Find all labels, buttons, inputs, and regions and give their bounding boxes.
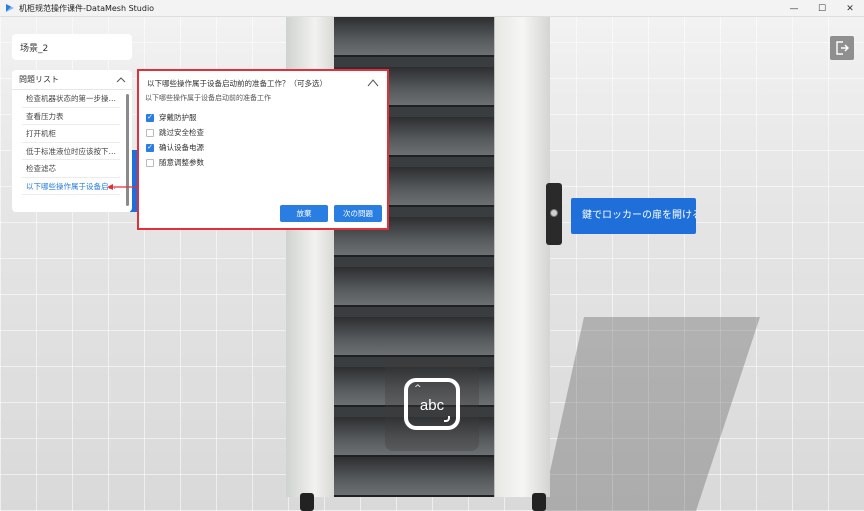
quiz-option-label: 确认设备电源 [159,143,204,152]
checkbox-checked[interactable]: ✓ [146,113,154,122]
chevron-up-icon[interactable] [367,79,379,87]
question-list-item[interactable]: 查看压力表 [22,108,120,125]
lock-icon[interactable] [550,209,558,217]
cabinet-slat [334,317,494,357]
question-list-title: 問題リスト [19,75,59,84]
quiz-option-label: 穿戴防护服 [159,113,197,122]
exit-button[interactable] [830,36,854,60]
cabinet-wheel [300,493,314,511]
minimize-button[interactable]: — [780,0,808,17]
window-controls: — ☐ ✕ [780,0,864,17]
quiz-option-4[interactable]: 随意调整参数 [146,157,204,168]
caret-icon: ^ [414,384,422,394]
locker-hint-text: 鍵でロッカーの扉を開ける [582,210,696,221]
app-logo-icon [6,4,14,12]
floor-shadow [540,317,760,511]
question-list-items: 检查机器状态的第一步操作… 查看压力表 打开机柜 低于标准液位时应该按下哪… 检… [12,90,132,195]
scene-name: 场景_2 [20,43,49,54]
quiz-option-2[interactable]: 跳过安全检查 [146,127,204,138]
close-button[interactable]: ✕ [836,0,864,17]
question-list-item[interactable]: 检查滤芯 [22,160,120,178]
cabinet-door[interactable] [494,17,550,497]
question-list-item[interactable]: 打开机柜 [22,125,120,143]
keyboard-icon-label: abc [419,396,445,414]
locker-hint-tooltip[interactable]: 鍵でロッカーの扉を開ける [571,198,696,234]
cabinet-slat [334,457,494,497]
question-list-item[interactable]: 低于标准液位时应该按下哪… [22,143,120,160]
quiz-option-1[interactable]: ✓ 穿戴防护服 [146,112,197,123]
quiz-option-3[interactable]: ✓ 确认设备电源 [146,142,204,153]
maximize-button[interactable]: ☐ [808,0,836,17]
quiz-dialog: 以下哪些操作属于设备启动前的准备工作？（可多选） 以下哪些操作属于设备启动前的准… [137,69,389,230]
cabinet-slat [334,267,494,307]
question-list-header[interactable]: 問題リスト [12,70,132,90]
return-icon [444,416,450,422]
quiz-title: 以下哪些操作属于设备启动前的准备工作？（可多选） [147,79,327,88]
give-up-button[interactable]: 放棄 [280,205,328,222]
cabinet-wheel [532,493,546,511]
question-list-item[interactable]: 检查机器状态的第一步操作… [22,90,120,108]
quiz-option-label: 随意调整参数 [159,158,204,167]
keyboard-icon: ^ abc [404,378,460,430]
window-title: 机柜规范操作课件-DataMesh Studio [19,3,155,13]
cabinet-slat [334,17,494,57]
checkbox-unchecked[interactable] [146,128,154,137]
quiz-subtitle: 以下哪些操作属于设备启动前的准备工作 [145,94,271,102]
checkbox-checked[interactable]: ✓ [146,143,154,152]
quiz-option-label: 跳过安全检查 [159,128,204,137]
title-bar: 机柜规范操作课件-DataMesh Studio — ☐ ✕ [0,0,864,17]
pointer-arrow-icon [107,184,139,190]
next-question-button[interactable]: 次の問題 [334,205,382,222]
chevron-up-icon[interactable] [116,76,126,83]
scene-name-box: 场景_2 [12,34,132,60]
checkbox-unchecked[interactable] [146,158,154,167]
keyboard-toggle-button[interactable]: ^ abc [385,357,479,451]
exit-icon [836,41,849,55]
